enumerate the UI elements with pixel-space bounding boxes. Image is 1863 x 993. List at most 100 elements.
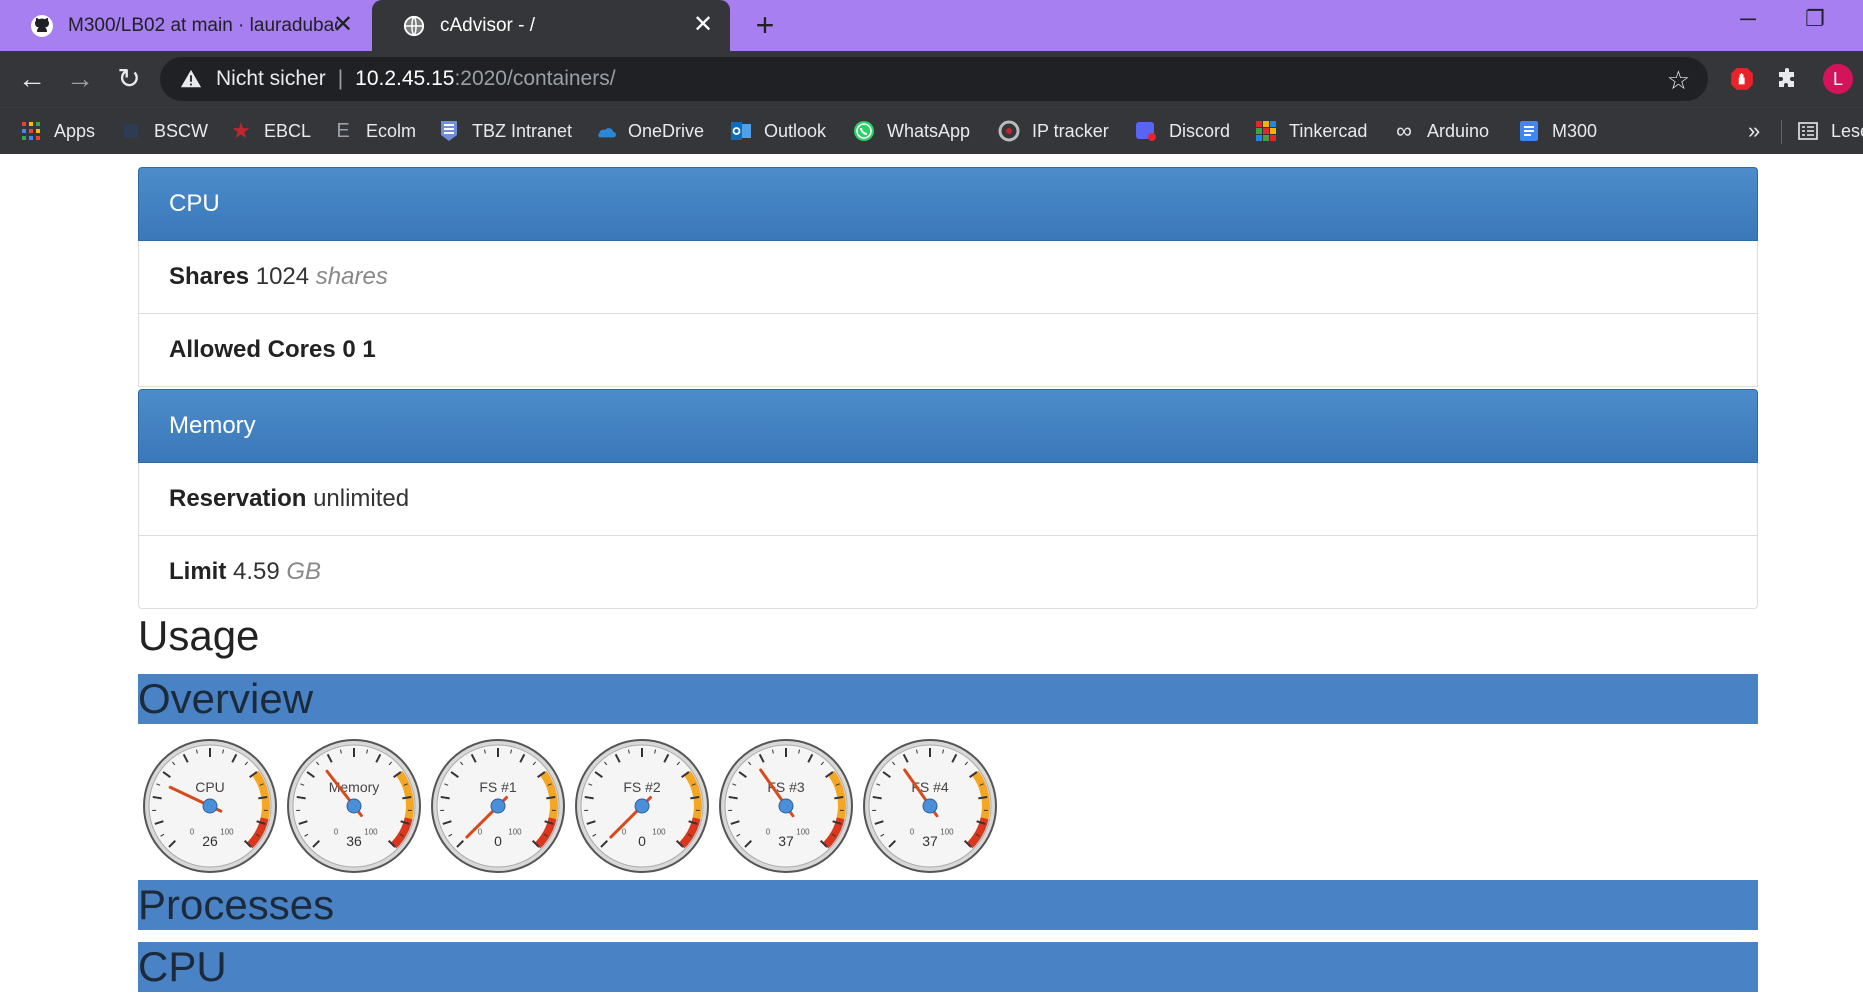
bookmark-apps[interactable]: Apps [20,108,95,154]
tab-cadvisor[interactable]: cAdvisor - / ✕ [372,0,730,51]
shares-label: Shares [169,263,250,290]
gauge-hub [634,798,650,814]
gauge-hub [202,798,218,814]
bscw-icon [120,120,142,142]
security-label: Nicht sicher [216,67,326,90]
bookmark-arduino[interactable]: ∞ Arduino [1393,108,1489,154]
bookmark-label: OneDrive [628,120,705,141]
bookmark-label: M300 [1552,120,1598,141]
whatsapp-icon [853,120,875,142]
gauge-label: FS #2 [623,779,661,795]
forward-arrow-icon[interactable]: → [64,63,96,95]
github-icon [30,14,54,38]
reservation-label: Reservation [169,485,307,512]
url-host: 10.2.45.15 [355,67,455,90]
bookmark-star-icon[interactable]: ☆ [1667,65,1690,96]
gauge-cpu: 0 100 CPU 26 [143,739,277,873]
bookmark-whatsapp[interactable]: WhatsApp [853,108,970,154]
overview-gauges: 0 100 CPU 26 0 100 Memory 36 0 100 FS #1 0 0 100 FS #2… [138,724,1758,879]
shares-value: 1024 [255,263,310,290]
cloud-icon [594,120,616,142]
globe-icon [402,14,426,38]
close-tab-icon[interactable]: ✕ [330,12,356,38]
gauge-min-label: 0 [766,827,771,836]
discord-icon [1135,120,1157,142]
bookmark-label: TBZ Intranet [472,120,573,141]
infinity-icon: ∞ [1396,118,1412,143]
outlook-icon [730,120,752,142]
apps-grid-icon [20,120,42,142]
tinkercad-icon [1255,120,1277,142]
allowed-cores-value: 0 1 [342,336,376,363]
bookmark-tinkercad[interactable]: Tinkercad [1255,108,1367,154]
limit-label: Limit [169,558,227,585]
bookmarks-divider [1781,120,1782,144]
gauge-max-label: 100 [796,827,810,836]
bookmark-onedrive[interactable]: OneDrive [594,108,704,154]
adblock-extension-icon[interactable] [1727,64,1757,94]
bookmarks-overflow-button[interactable]: » [1748,118,1760,144]
ecolm-icon: E [336,119,350,142]
gauge-value: 26 [202,833,218,849]
gauge-min-label: 0 [334,827,339,836]
bookmark-label: Apps [54,120,96,141]
reading-list-icon [1797,120,1819,142]
profile-avatar[interactable]: L [1823,64,1853,94]
url-path: :2020/containers/ [454,67,616,90]
gauge-chart: 0 100CPU260 100Memory360 100FS #100 100FS #2… [143,739,997,873]
cpu-usage-heading: CPU [138,942,1758,992]
gauge-max-label: 100 [508,827,522,836]
gauge-max-label: 100 [220,827,234,836]
bookmark-ip-tracker[interactable]: IP tracker [998,108,1109,154]
memory-panel-heading: Memory [138,389,1758,463]
allowed-cores-row: Allowed Cores 0 1 [138,314,1758,387]
bookmark-tbz-intranet[interactable]: TBZ Intranet [438,108,572,154]
bookmark-discord[interactable]: Discord [1135,108,1230,154]
processes-heading: Processes [138,880,1758,930]
extensions-puzzle-icon[interactable] [1772,64,1802,94]
gauge-label: CPU [195,779,225,795]
close-tab-icon[interactable]: ✕ [690,12,716,38]
reload-icon[interactable]: ↻ [113,63,145,95]
bookmark-ebcl[interactable]: ★ EBCL [230,108,311,154]
gauge-value: 0 [494,833,502,849]
gauge-memory: 0 100Memory36 [287,739,421,873]
gauge-max-label: 100 [364,827,378,836]
gauge-hub [778,798,794,814]
ip-tracker-icon [998,120,1020,142]
gauge-max-label: 100 [940,827,954,836]
cpu-panel-heading: CPU [138,167,1758,241]
star-icon: ★ [231,118,251,143]
reading-list-button[interactable]: Lese [1797,108,1863,154]
gauge-value: 37 [922,833,938,849]
address-bar[interactable]: Nicht sicher | 10.2.45.15:2020/container… [160,57,1708,101]
shares-unit: shares [315,263,388,290]
gauge-min-label: 0 [910,827,915,836]
gauge-label: FS #1 [479,779,517,795]
new-tab-icon[interactable]: + [750,9,780,41]
bookmark-m300[interactable]: M300 [1518,108,1597,154]
bookmark-label: Discord [1169,120,1231,141]
bookmark-label: IP tracker [1032,120,1109,141]
bookmark-label: Arduino [1427,120,1490,141]
limit-value: 4.59 [233,558,280,585]
bookmark-bscw[interactable]: BSCW [120,108,208,154]
gauge-fs-2: 0 100 FS #2 0 [575,739,709,873]
minimize-icon[interactable]: ─ [1728,6,1768,36]
tab-title: M300/LB02 at main · lauradubach [68,14,338,36]
tab-github[interactable]: M300/LB02 at main · lauradubach ✕ [0,0,370,51]
bookmark-outlook[interactable]: Outlook [730,108,826,154]
gauge-min-label: 0 [622,827,627,836]
gauge-value: 36 [346,833,362,849]
gauge-min-label: 0 [478,827,483,836]
bookmark-label: EBCL [264,120,312,141]
cpu-shares-row: Shares 1024 shares [138,241,1758,314]
bookmark-ecolm[interactable]: E Ecolm [332,108,416,154]
restore-icon[interactable]: ❐ [1795,6,1835,36]
back-arrow-icon[interactable]: ← [16,63,48,95]
bookmarks-bar: Apps BSCW ★ EBCL E Ecolm TBZ Intranet On… [0,107,1863,154]
memory-reservation-row: Reservation unlimited [138,463,1758,536]
tab-title: cAdvisor - / [440,14,536,36]
document-icon [1518,120,1540,142]
allowed-cores-label: Allowed Cores [169,336,336,363]
